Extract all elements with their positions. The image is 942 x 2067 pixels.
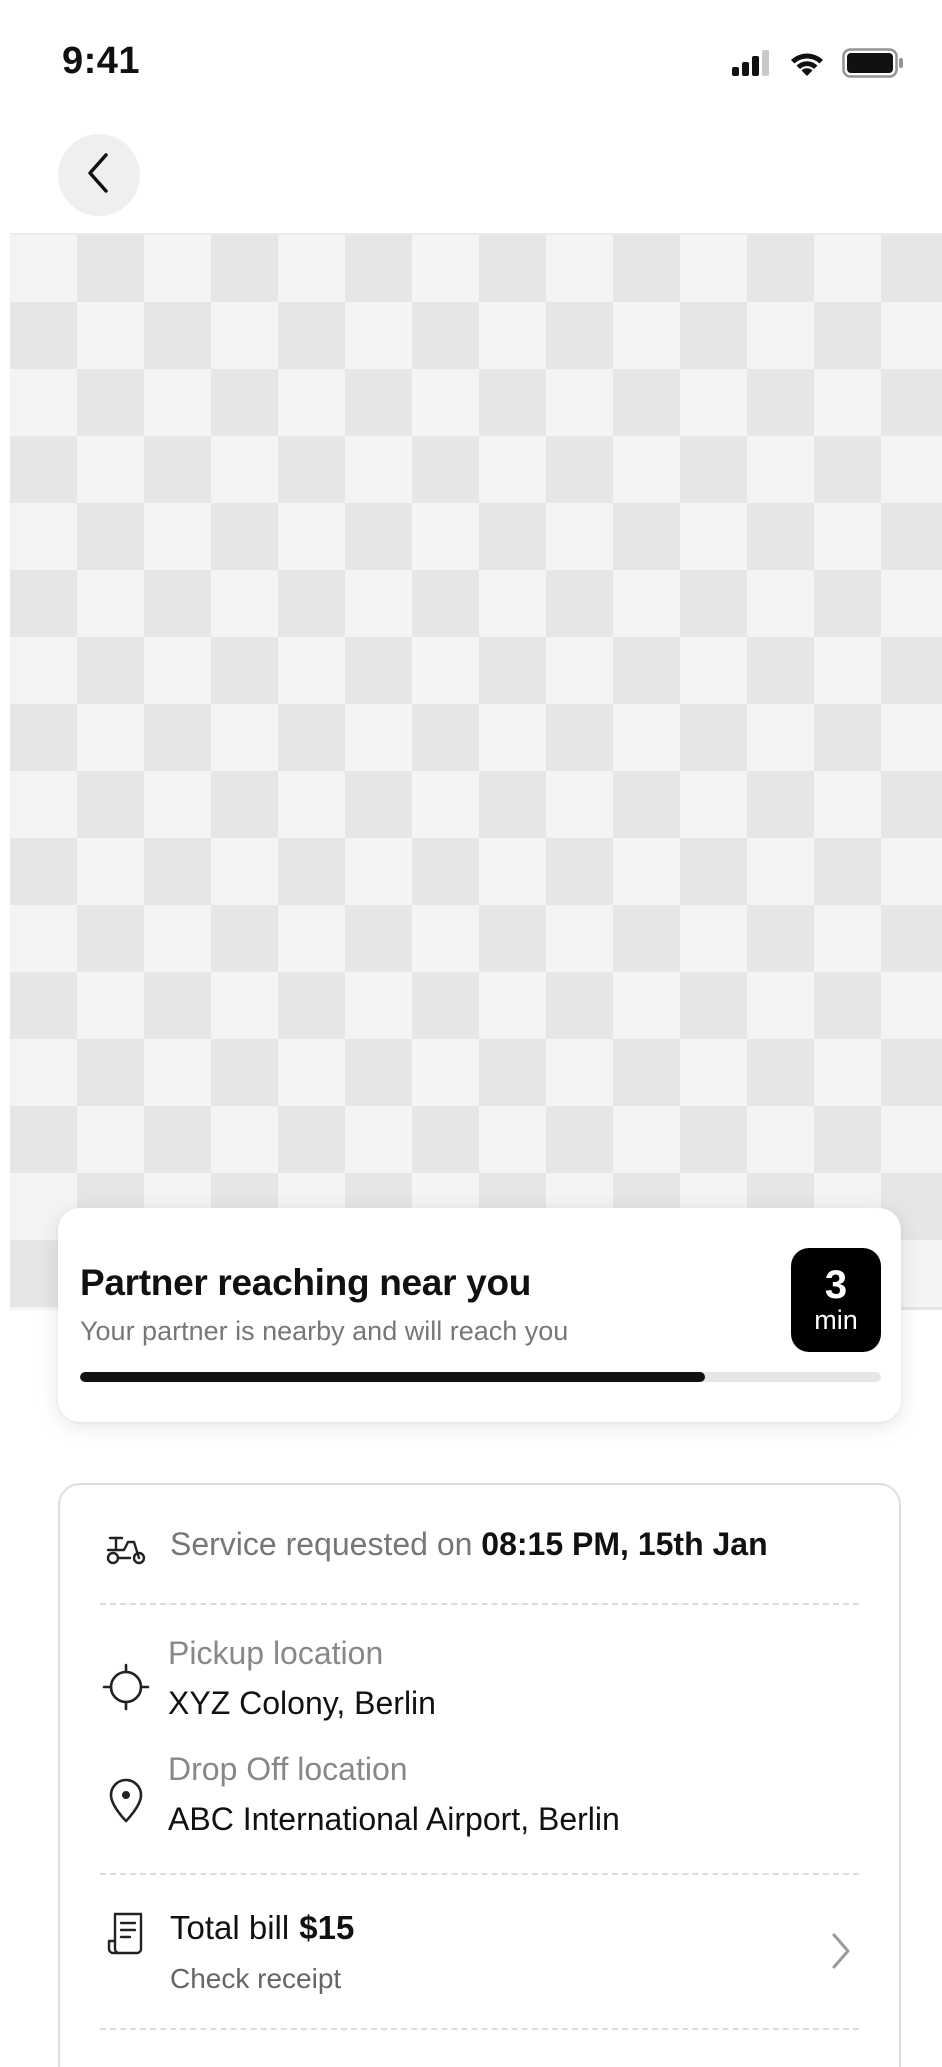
- total-bill-text: Total bill $15: [170, 1909, 354, 1947]
- ride-details-card: Service requested on 08:15 PM, 15th Jan …: [58, 1483, 901, 2067]
- dropoff-label: Drop Off location: [168, 1751, 408, 1787]
- scooter-icon: [104, 1526, 148, 1570]
- signal-icon: [732, 50, 772, 81]
- ride-tracking-screen: 9:41 Partner reaching near you Your part…: [0, 0, 942, 2067]
- eta-progress-bar: [80, 1372, 881, 1382]
- service-row: Service requested on 08:15 PM, 15th Jan: [100, 1526, 859, 1576]
- eta-progress-fill: [80, 1372, 705, 1382]
- status-bar: 9:41: [0, 0, 942, 130]
- eta-unit: min: [814, 1305, 858, 1335]
- eta-subtitle: Your partner is nearby and will reach yo…: [80, 1316, 569, 1346]
- pickup-label: Pickup location: [168, 1635, 384, 1671]
- dropoff-row: Drop Off location ABC International Airp…: [100, 1751, 859, 1861]
- bill-amount: $15: [299, 1909, 355, 1946]
- check-receipt-link[interactable]: Check receipt: [170, 1963, 341, 1995]
- chevron-right-icon[interactable]: [823, 1927, 859, 1975]
- pickup-row: Pickup location XYZ Colony, Berlin: [100, 1635, 859, 1745]
- back-button[interactable]: [58, 134, 140, 216]
- divider: [100, 1603, 859, 1605]
- eta-badge: 3 min: [791, 1248, 881, 1352]
- crosshair-icon: [102, 1663, 150, 1711]
- status-time: 9:41: [62, 40, 141, 82]
- bill-label: Total bill: [170, 1909, 290, 1946]
- eta-value: 3: [824, 1263, 848, 1307]
- status-icons: [732, 48, 904, 83]
- service-prefix: Service requested on: [170, 1526, 473, 1562]
- dropoff-value: ABC International Airport, Berlin: [168, 1801, 620, 1837]
- service-datetime: 08:15 PM, 15th Jan: [481, 1526, 768, 1562]
- wifi-icon: [788, 49, 826, 82]
- service-requested-text: Service requested on 08:15 PM, 15th Jan: [170, 1526, 768, 1563]
- divider: [100, 2028, 859, 2030]
- chevron-left-icon: [82, 151, 116, 200]
- divider: [100, 1873, 859, 1875]
- receipt-icon: [104, 1909, 148, 1957]
- map-pin-icon: [102, 1777, 150, 1825]
- total-bill-row[interactable]: Total bill $15 Check receipt: [100, 1905, 859, 2015]
- battery-icon: [842, 48, 904, 83]
- pickup-value: XYZ Colony, Berlin: [168, 1685, 436, 1721]
- eta-title: Partner reaching near you: [80, 1262, 532, 1303]
- eta-card: Partner reaching near you Your partner i…: [58, 1208, 901, 1422]
- map-view[interactable]: [10, 233, 942, 1310]
